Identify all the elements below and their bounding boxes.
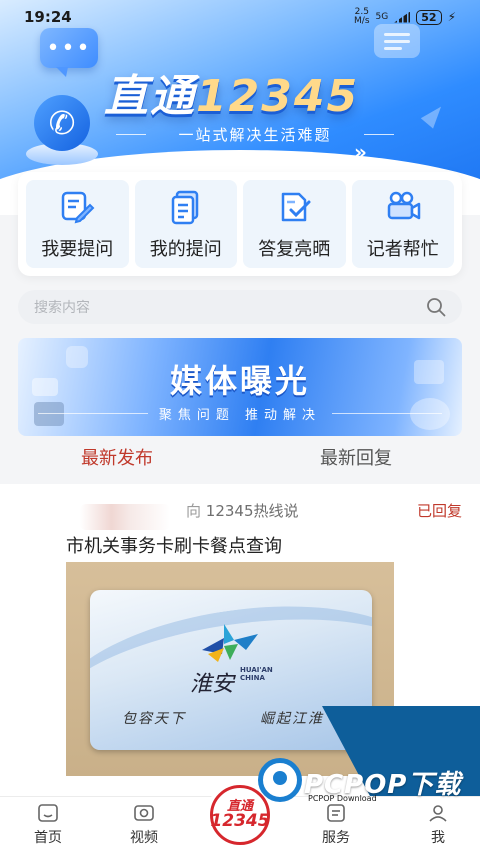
tab-latest-posts[interactable]: 最新发布	[81, 444, 153, 470]
nav-service[interactable]: 服务	[306, 803, 366, 847]
brand-title: 直通12345	[104, 60, 359, 124]
action-label: 答复亮晒	[258, 239, 331, 260]
hotline-logo-bottom: 12345	[210, 811, 270, 831]
double-chevron-icon: »	[354, 140, 367, 164]
quick-actions: 我要提问 我的提问 答复亮晒 记者帮忙	[18, 172, 462, 276]
banner-title: 媒体曝光	[169, 362, 310, 400]
action-reporter-help[interactable]: 记者帮忙	[351, 180, 454, 268]
watermark-sub: PCPOP Download	[308, 794, 377, 803]
media-exposure-banner[interactable]: 媒体曝光 聚焦问题 推动解决	[18, 338, 462, 436]
network-type: 5G	[375, 11, 389, 22]
nav-label: 首页	[34, 830, 62, 846]
home-icon	[38, 804, 58, 822]
nav-label: 视频	[130, 830, 158, 846]
hero-slogan: 一站式解决生活难题	[116, 124, 394, 145]
card-pinyin-1: HUAI'AN	[240, 666, 273, 674]
banner-subtitle: 聚焦问题 推动解决	[18, 404, 462, 423]
nav-label: 服务	[322, 830, 350, 846]
recipient-prefix: 向	[186, 502, 202, 520]
nav-home[interactable]: 首页	[18, 803, 78, 847]
status-time: 19:24	[24, 8, 72, 26]
charging-icon: ⚡	[447, 10, 456, 24]
city-logo-icon	[202, 624, 258, 662]
document-list-icon	[166, 187, 206, 227]
author-name-blurred	[80, 504, 170, 530]
search-icon[interactable]	[426, 297, 446, 317]
card-motto-2: 崛起江淮	[260, 711, 324, 727]
nav-video[interactable]: 视频	[114, 803, 174, 847]
post-recipient: 向 12345热线说	[186, 500, 299, 521]
action-label: 我的提问	[149, 239, 222, 260]
net-speed-unit: M/s	[354, 16, 370, 26]
brand-text: 直通	[104, 71, 196, 122]
chat-bubble-icon: •••	[40, 28, 98, 77]
brand-number: 12345	[196, 71, 360, 122]
cursor-icon	[420, 101, 448, 129]
action-reply-showcase[interactable]: 答复亮晒	[243, 180, 346, 268]
meal-card-photo: 淮安 HUAI'AN CHINA 包容天下 崛起江淮	[90, 590, 372, 750]
action-label: 记者帮忙	[366, 239, 439, 260]
action-ask-question[interactable]: 我要提问	[26, 180, 129, 268]
tab-latest-replies[interactable]: 最新回复	[320, 444, 392, 470]
nav-profile[interactable]: 我	[408, 803, 468, 847]
signal-icon	[394, 11, 411, 23]
card-pinyin-2: CHINA	[240, 674, 265, 682]
watermark-logo-icon	[258, 758, 302, 802]
message-doc-icon	[374, 24, 420, 58]
battery-icon: 52	[416, 9, 442, 25]
app-screen: 19:24 2.5 M/s 5G 52 ⚡ ••• ✆ 直通12345 一站式解…	[0, 0, 480, 854]
net-speed: 2.5 M/s	[354, 8, 370, 26]
search-placeholder: 搜索内容	[34, 300, 90, 316]
check-document-icon	[274, 187, 314, 227]
card-motto-1: 包容天下	[122, 711, 186, 727]
search-bar[interactable]: 搜索内容	[18, 290, 462, 324]
video-icon	[134, 805, 154, 821]
nav-label: 我	[431, 830, 445, 846]
action-label: 我要提问	[41, 239, 114, 260]
phone-icon: ✆	[26, 95, 98, 167]
video-camera-icon	[383, 187, 423, 227]
action-my-questions[interactable]: 我的提问	[134, 180, 237, 268]
watermark: PCPOP下载 PCPOP Download	[258, 758, 468, 808]
post-title[interactable]: 市机关事务卡刷卡餐点查询	[66, 532, 282, 558]
status-badge: 已回复	[416, 502, 462, 520]
card-city-name: 淮安	[190, 672, 235, 697]
edit-question-icon	[57, 187, 97, 227]
recipient-target: 12345热线说	[205, 502, 299, 520]
card-pinyin: HUAI'AN CHINA	[240, 666, 273, 682]
